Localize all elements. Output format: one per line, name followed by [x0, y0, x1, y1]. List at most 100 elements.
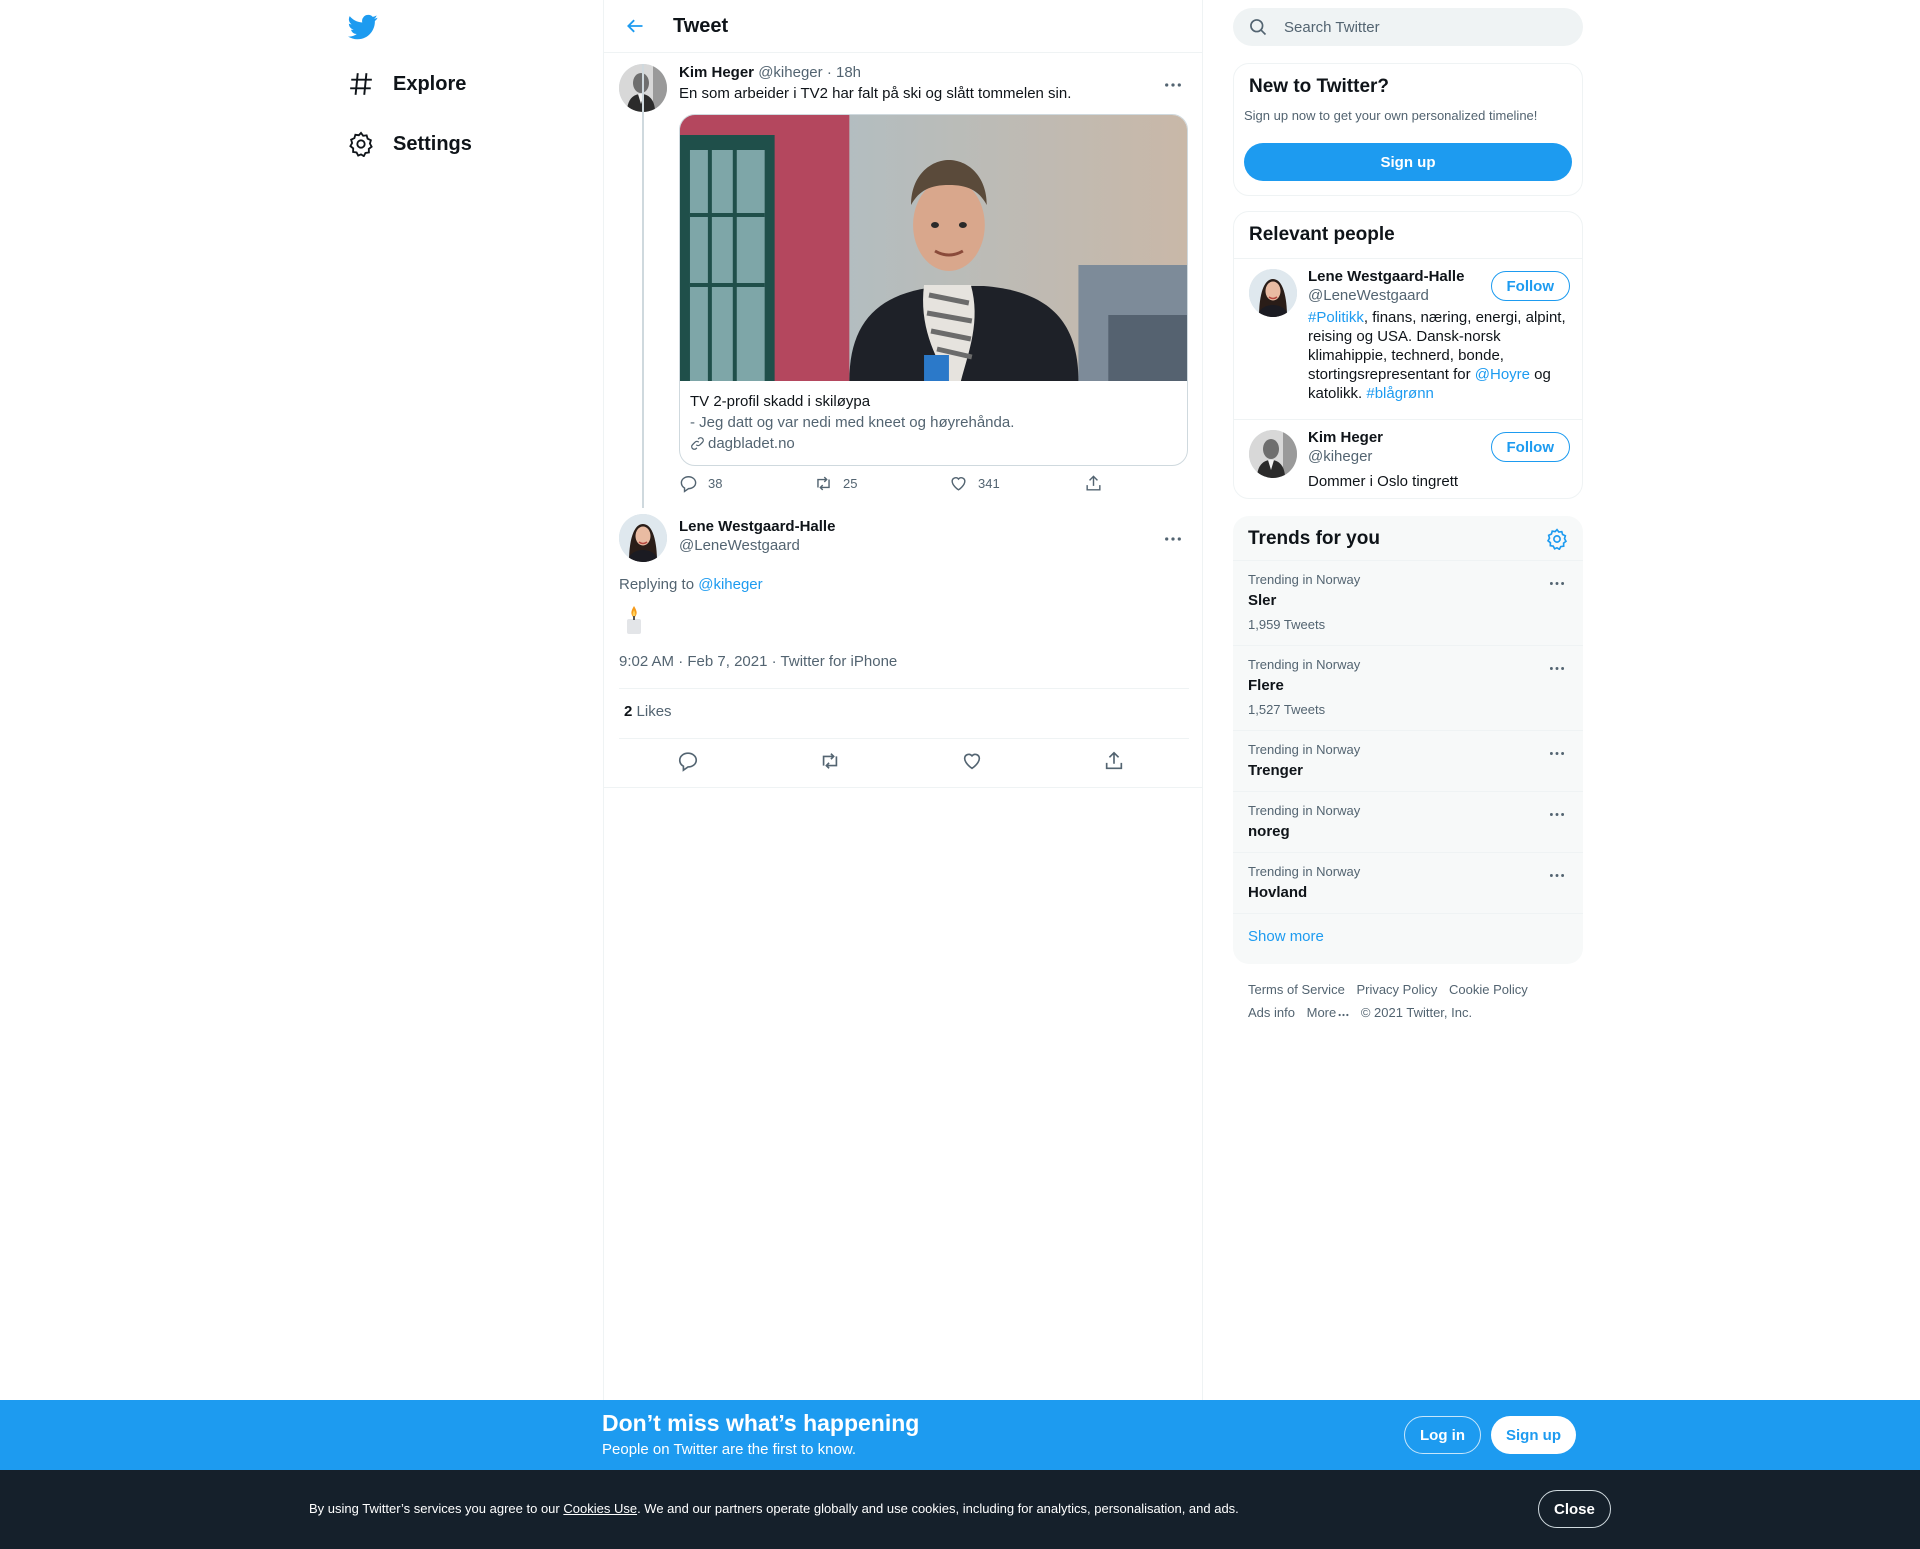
- trend-context: Trending in Norway: [1248, 803, 1361, 818]
- more-label: More: [1306, 1005, 1337, 1020]
- more-dots-icon: [1165, 537, 1181, 541]
- tweet-source[interactable]: Twitter for iPhone: [781, 653, 898, 670]
- page-title: Tweet: [673, 14, 729, 37]
- privacy-link[interactable]: Privacy Policy: [1356, 982, 1437, 997]
- tweet-time[interactable]: 18h: [836, 64, 861, 81]
- more-options-button[interactable]: [1545, 573, 1569, 593]
- author-name[interactable]: Lene Westgaard-Halle: [679, 518, 835, 535]
- hashtag-link[interactable]: #blågrønn: [1366, 385, 1434, 402]
- trend-context: Trending in Norway: [1248, 742, 1361, 757]
- trend-item[interactable]: Trending in Norway noreg: [1233, 791, 1583, 852]
- more-dots-icon: [1549, 581, 1565, 585]
- tweet-text: En som arbeider i TV2 har falt på ski og…: [679, 85, 1072, 102]
- back-button[interactable]: [618, 9, 652, 43]
- more-options-button[interactable]: [1545, 865, 1569, 885]
- more-options-button[interactable]: [1545, 743, 1569, 763]
- ads-info-link[interactable]: Ads info: [1248, 1005, 1295, 1020]
- tweet-author-row: Kim Heger @kiheger · 18h: [679, 64, 861, 81]
- nav-item-settings[interactable]: Settings: [348, 124, 472, 164]
- terms-link[interactable]: Terms of Service: [1248, 982, 1345, 997]
- avatar-kim-heger[interactable]: [1249, 430, 1297, 478]
- candle-icon: [627, 606, 641, 634]
- person-card[interactable]: Lene Westgaard-Halle @LeneWestgaard Foll…: [1234, 259, 1582, 419]
- reply-button[interactable]: 38: [679, 474, 722, 493]
- mention-link[interactable]: @Hoyre: [1475, 366, 1530, 383]
- close-button[interactable]: Close: [1538, 1490, 1611, 1528]
- person-handle[interactable]: @LeneWestgaard: [1308, 287, 1429, 304]
- replying-to-mention[interactable]: @kiheger: [698, 576, 762, 593]
- main-header: Tweet: [604, 0, 1202, 53]
- trend-item[interactable]: Trending in Norway Hovland: [1233, 852, 1583, 913]
- link-card[interactable]: TV 2-profil skadd i skiløypa - Jeg datt …: [679, 114, 1188, 466]
- trend-item[interactable]: Trending in Norway Trenger: [1233, 730, 1583, 791]
- parent-tweet[interactable]: Kim Heger @kiheger · 18h En som arbeider…: [604, 53, 1202, 500]
- more-options-button[interactable]: [1158, 527, 1188, 551]
- search-input[interactable]: [1284, 18, 1564, 36]
- share-button[interactable]: [1084, 474, 1103, 493]
- cookie-text: . We and our partners operate globally a…: [637, 1501, 1239, 1516]
- follow-button[interactable]: Follow: [1490, 432, 1570, 462]
- relevant-people-panel: Relevant people Lene Westgaard-Halle @Le…: [1233, 211, 1583, 499]
- panel-subtitle: Sign up now to get your own personalized…: [1244, 108, 1538, 123]
- person-name[interactable]: Lene Westgaard-Halle: [1308, 268, 1464, 285]
- divider: [1233, 913, 1583, 914]
- cookie-consent-bar: By using Twitter’s services you agree to…: [0, 1470, 1920, 1549]
- follow-button[interactable]: Follow: [1490, 271, 1570, 301]
- reply-button[interactable]: [677, 750, 699, 772]
- person-name[interactable]: Kim Heger: [1308, 429, 1383, 446]
- trend-item[interactable]: Trending in Norway Sler 1,959 Tweets: [1233, 560, 1583, 645]
- card-body: TV 2-profil skadd i skiløypa - Jeg datt …: [680, 381, 1187, 464]
- copyright: © 2021 Twitter, Inc.: [1360, 1005, 1473, 1020]
- search-box[interactable]: [1233, 8, 1583, 46]
- cookies-use-link[interactable]: Cookies Use: [563, 1501, 637, 1516]
- like-button[interactable]: [961, 750, 983, 772]
- link-icon: [691, 437, 704, 450]
- trend-context: Trending in Norway: [1248, 657, 1361, 672]
- trend-item[interactable]: Trending in Norway Flere 1,527 Tweets: [1233, 645, 1583, 730]
- sign-up-button[interactable]: Sign up: [1491, 1416, 1576, 1454]
- promo-subtitle: People on Twitter are the first to know.: [602, 1441, 857, 1458]
- likes-label: Likes: [636, 703, 672, 720]
- more-link[interactable]: More: [1307, 1005, 1350, 1020]
- card-domain: dagbladet.no: [708, 435, 795, 452]
- footer-links: Terms of Service Privacy Policy Cookie P…: [1248, 978, 1578, 1024]
- show-more-link[interactable]: Show more: [1248, 928, 1324, 945]
- author-name[interactable]: Kim Heger: [679, 64, 754, 81]
- sign-up-button[interactable]: Sign up: [1244, 143, 1572, 181]
- dot-separator: ·: [826, 64, 832, 81]
- hashtag-icon: [348, 71, 374, 97]
- more-dots-icon: [1549, 751, 1565, 755]
- more-options-button[interactable]: [1545, 804, 1569, 824]
- avatar-lene-westgaard-halle[interactable]: [1249, 269, 1297, 317]
- cookie-notice: By using Twitter’s services you agree to…: [309, 1501, 1239, 1516]
- cookie-policy-link[interactable]: Cookie Policy: [1449, 982, 1528, 997]
- heart-icon: [951, 477, 966, 491]
- avatar-lene-westgaard-halle[interactable]: [619, 514, 667, 562]
- log-in-button[interactable]: Log in: [1404, 1416, 1481, 1454]
- author-handle[interactable]: @LeneWestgaard: [679, 537, 800, 554]
- twitter-bird-icon[interactable]: [348, 12, 380, 40]
- more-options-button[interactable]: [1158, 73, 1188, 97]
- likes-summary[interactable]: 2 Likes: [624, 703, 672, 720]
- tweet-date[interactable]: Feb 7, 2021: [687, 653, 767, 670]
- like-button[interactable]: 341: [949, 474, 1000, 493]
- trend-context: Trending in Norway: [1248, 864, 1361, 879]
- author-handle[interactable]: @kiheger: [758, 64, 822, 81]
- share-button[interactable]: [1103, 750, 1125, 772]
- person-handle[interactable]: @kiheger: [1308, 448, 1372, 465]
- hashtag-link[interactable]: #Politikk: [1308, 309, 1364, 326]
- divider: [604, 787, 1202, 788]
- person-bio: Dommer i Oslo tingrett: [1308, 473, 1459, 490]
- more-options-button[interactable]: [1545, 658, 1569, 678]
- tweet-time[interactable]: 9:02 AM: [619, 653, 674, 670]
- retweet-button[interactable]: 25: [814, 474, 857, 493]
- nav-item-explore[interactable]: Explore: [348, 64, 466, 104]
- gear-icon[interactable]: [1546, 528, 1568, 550]
- card-image-photo: [680, 115, 1187, 381]
- promo-title: Don’t miss what’s happening: [602, 1410, 920, 1436]
- retweet-button[interactable]: [819, 750, 841, 772]
- card-description: - Jeg datt og var nedi med kneet og høyr…: [690, 414, 1015, 431]
- person-card[interactable]: Kim Heger @kiheger Follow Dommer i Oslo …: [1234, 419, 1582, 498]
- signup-promo-bar: Don’t miss what’s happening People on Tw…: [0, 1400, 1920, 1470]
- tweet-actions: 38 25 341: [679, 474, 1109, 498]
